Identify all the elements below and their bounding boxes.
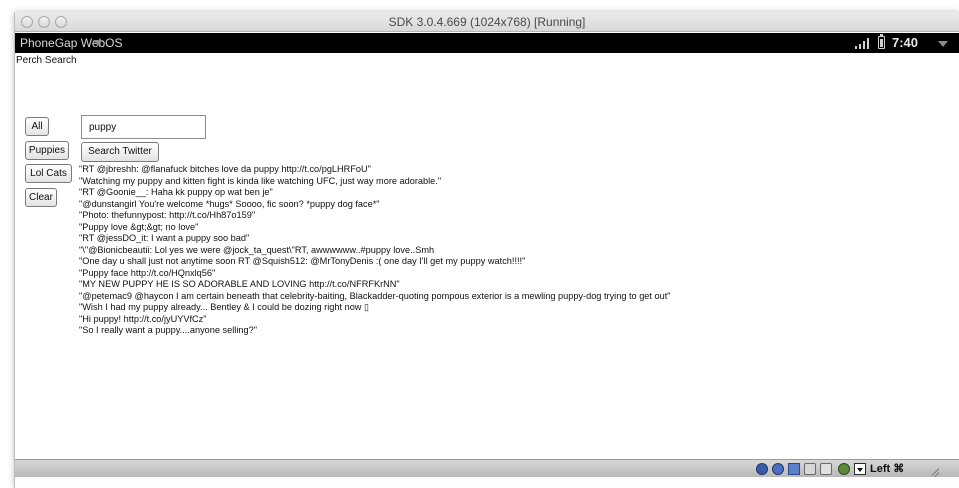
status-clock: 7:40 — [892, 35, 919, 50]
emulator-status-bar: Left ⌘ — [15, 459, 959, 478]
emulator-window: SDK 3.0.4.669 (1024x768) [Running] Phone… — [14, 12, 959, 488]
window-titlebar[interactable]: SDK 3.0.4.669 (1024x768) [Running] — [15, 12, 959, 32]
tweet-result: "@dunstangirl You're welcome *hugs* Sooo… — [79, 198, 380, 209]
page-title: Perch Search — [16, 55, 77, 66]
tweet-result: "Wish I had my puppy already... Bentley … — [79, 302, 370, 312]
battery-icon — [878, 34, 885, 49]
tweet-result: "Photo: thefunnypost: http://t.co/Hh87o1… — [79, 210, 256, 220]
all-button[interactable]: All — [25, 117, 49, 136]
mouse-capture-icon[interactable] — [854, 463, 866, 475]
app-content: Perch Search All Puppies Lol Cats Clear … — [15, 53, 959, 459]
tweet-result: "So I really want a puppy....anyone sell… — [79, 325, 257, 335]
window-title: SDK 3.0.4.669 (1024x768) [Running] — [388, 15, 586, 29]
optical-drive-icon[interactable] — [772, 463, 784, 475]
lol-cats-button[interactable]: Lol Cats — [25, 164, 72, 183]
tweet-result: "Watching my puppy and kitten fight is k… — [79, 175, 442, 186]
network-icon[interactable] — [788, 463, 800, 475]
webos-status-bar: PhoneGap WebOS 7:40 — [15, 33, 959, 53]
tweet-result: "One day u shall just not anytime soon R… — [79, 256, 526, 266]
hard-disk-icon[interactable] — [756, 463, 768, 475]
tweet-results-list: "RT @jbreshh: @flanafuck bitches love da… — [79, 164, 949, 337]
usb-icon[interactable] — [804, 463, 816, 475]
tweet-result: "@petemac9 @haycon I am certain beneath … — [79, 290, 671, 301]
clear-button[interactable]: Clear — [25, 188, 57, 207]
tweet-result: "\"@Bionicbeautii: Lol yes we were @jock… — [79, 244, 435, 255]
screen-icon[interactable] — [820, 463, 832, 475]
tweet-result: "RT @jessDO_it: I want a puppy soo bad" — [79, 233, 250, 243]
tweet-result: "RT @jbreshh: @flanafuck bitches love da… — [79, 164, 371, 174]
tweet-result: "Puppy face http://t.co/HQnxlq56" — [79, 267, 216, 278]
app-menu-caret-icon[interactable] — [93, 40, 103, 46]
tweet-result: "RT @Goonie__: Haha kk puppy op wat ben … — [79, 187, 273, 197]
host-key-label: Left ⌘ — [870, 463, 905, 475]
search-twitter-button[interactable]: Search Twitter — [81, 142, 159, 162]
virtualbox-icon[interactable] — [838, 463, 850, 475]
tweet-result: "Hi puppy! http://t.co/jyUYVfCz" — [79, 313, 207, 324]
app-menu-label[interactable]: PhoneGap WebOS — [20, 36, 123, 50]
status-menu-caret-icon[interactable] — [938, 41, 948, 47]
resize-grip-icon[interactable] — [927, 464, 940, 478]
puppies-button[interactable]: Puppies — [25, 141, 69, 160]
tweet-result: "MY NEW PUPPY HE IS SO ADORABLE AND LOVI… — [79, 279, 400, 289]
search-input[interactable] — [81, 115, 206, 139]
tweet-result: "Puppy love &gt;&gt; no love" — [79, 221, 199, 232]
signal-strength-icon — [855, 38, 871, 49]
